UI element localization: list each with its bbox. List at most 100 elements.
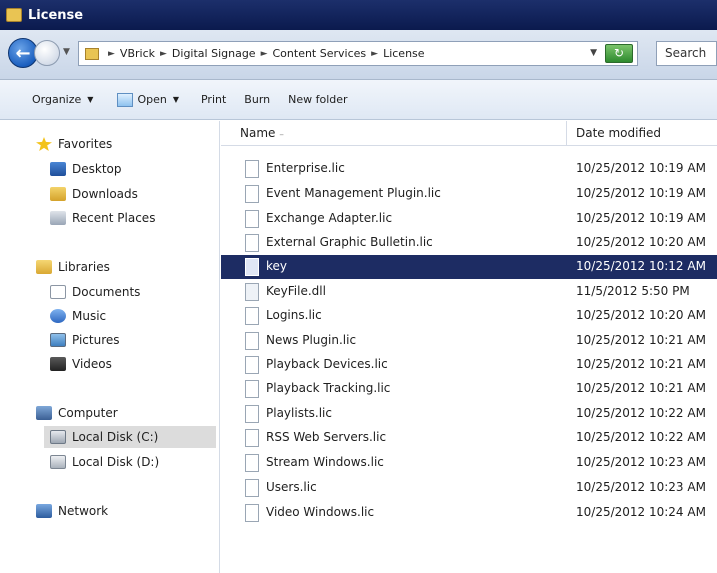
libraries-icon bbox=[36, 260, 52, 274]
chevron-right-icon[interactable]: ► bbox=[261, 49, 268, 59]
title-bar[interactable]: License bbox=[0, 0, 717, 30]
breadcrumb-item[interactable]: License bbox=[383, 47, 424, 60]
file-date: 10/25/2012 10:19 AM bbox=[576, 161, 706, 175]
file-row[interactable]: External Graphic Bulletin.lic 10/25/2012… bbox=[221, 231, 717, 255]
sort-indicator-icon: – bbox=[279, 130, 284, 140]
recent-pages-dropdown-icon[interactable]: ▼ bbox=[63, 47, 70, 57]
file-icon bbox=[245, 332, 259, 350]
file-icon bbox=[245, 479, 259, 497]
recent-places-icon bbox=[50, 211, 66, 225]
nav-videos-label: Videos bbox=[72, 357, 112, 371]
burn-label: Burn bbox=[244, 93, 271, 106]
desktop-icon bbox=[50, 162, 66, 176]
organize-label: Organize bbox=[32, 93, 82, 106]
file-row[interactable]: Stream Windows.lic 10/25/2012 10:23 AM bbox=[221, 451, 717, 475]
hard-drive-icon bbox=[50, 430, 66, 444]
file-row[interactable]: Users.lic 10/25/2012 10:23 AM bbox=[221, 476, 717, 500]
file-row[interactable]: Logins.lic 10/25/2012 10:20 AM bbox=[221, 304, 717, 328]
nav-libraries[interactable]: Libraries bbox=[36, 256, 110, 278]
address-bar[interactable]: ► VBrick ► Digital Signage ► Content Ser… bbox=[78, 41, 638, 66]
file-row[interactable]: Playback Devices.lic 10/25/2012 10:21 AM bbox=[221, 353, 717, 377]
organize-button[interactable]: Organize ▼ bbox=[32, 93, 93, 106]
address-dropdown-icon[interactable]: ▼ bbox=[590, 48, 597, 58]
file-name: Logins.lic bbox=[266, 308, 322, 322]
nav-local-disk-c[interactable]: Local Disk (C:) bbox=[44, 426, 216, 448]
chevron-right-icon[interactable]: ► bbox=[108, 49, 115, 59]
file-row-selected[interactable]: key 10/25/2012 10:12 AM bbox=[221, 255, 717, 279]
forward-button[interactable] bbox=[34, 40, 60, 66]
open-button[interactable]: Open ▼ bbox=[117, 92, 179, 107]
file-row[interactable]: News Plugin.lic 10/25/2012 10:21 AM bbox=[221, 329, 717, 353]
burn-button[interactable]: Burn bbox=[244, 93, 270, 106]
nav-music[interactable]: Music bbox=[50, 305, 106, 327]
file-icon bbox=[245, 210, 259, 228]
documents-icon bbox=[50, 285, 66, 299]
print-button[interactable]: Print bbox=[201, 93, 226, 106]
file-name: News Plugin.lic bbox=[266, 333, 357, 347]
file-row[interactable]: Event Management Plugin.lic 10/25/2012 1… bbox=[221, 182, 717, 206]
folder-icon bbox=[6, 8, 22, 22]
nav-computer[interactable]: Computer bbox=[36, 402, 118, 424]
chevron-down-icon: ▼ bbox=[172, 95, 179, 104]
nav-downloads-label: Downloads bbox=[72, 187, 138, 201]
file-row[interactable]: Playback Tracking.lic 10/25/2012 10:21 A… bbox=[221, 377, 717, 401]
command-bar: Organize ▼ Open ▼ Print Burn New folder bbox=[0, 80, 717, 120]
file-list[interactable]: Name – Date modified Enterprise.lic 10/25… bbox=[221, 121, 717, 573]
open-label: Open bbox=[137, 93, 167, 106]
file-name: RSS Web Servers.lic bbox=[266, 430, 387, 444]
chevron-right-icon[interactable]: ► bbox=[371, 49, 378, 59]
nav-downloads[interactable]: Downloads bbox=[50, 183, 138, 205]
name-column-header[interactable]: Name – bbox=[240, 126, 284, 140]
file-date: 10/25/2012 10:19 AM bbox=[576, 186, 706, 200]
date-modified-column-header[interactable]: Date modified bbox=[576, 126, 661, 140]
address-bar-area: ← ▼ ► VBrick ► Digital Signage ► Content… bbox=[0, 30, 717, 80]
name-column-label: Name bbox=[240, 126, 276, 140]
nav-network-label: Network bbox=[58, 504, 109, 518]
file-row[interactable]: Playlists.lic 10/25/2012 10:22 AM bbox=[221, 402, 717, 426]
navigation-pane[interactable]: Favorites Desktop Downloads Recent Place… bbox=[0, 121, 220, 573]
column-header-row: Name – Date modified bbox=[221, 121, 717, 146]
file-date: 10/25/2012 10:22 AM bbox=[576, 406, 706, 420]
nav-local-disk-d[interactable]: Local Disk (D:) bbox=[50, 451, 159, 473]
nav-documents[interactable]: Documents bbox=[50, 281, 140, 303]
file-row[interactable]: KeyFile.dll 11/5/2012 5:50 PM bbox=[221, 280, 717, 304]
file-name: External Graphic Bulletin.lic bbox=[266, 235, 433, 249]
open-icon bbox=[117, 92, 134, 107]
file-name: Playback Devices.lic bbox=[266, 357, 388, 371]
nav-desktop[interactable]: Desktop bbox=[50, 158, 122, 180]
hard-drive-icon bbox=[50, 455, 66, 469]
search-input[interactable]: Search bbox=[656, 41, 717, 66]
column-divider[interactable] bbox=[566, 121, 567, 146]
network-icon bbox=[36, 504, 52, 518]
downloads-icon bbox=[50, 187, 66, 201]
file-row[interactable]: RSS Web Servers.lic 10/25/2012 10:22 AM bbox=[221, 426, 717, 450]
nav-pictures[interactable]: Pictures bbox=[50, 329, 120, 351]
breadcrumb-item[interactable]: VBrick bbox=[120, 47, 155, 60]
file-name: Users.lic bbox=[266, 480, 317, 494]
file-date: 10/25/2012 10:23 AM bbox=[576, 480, 706, 494]
nav-favorites[interactable]: Favorites bbox=[36, 133, 112, 155]
file-icon bbox=[245, 258, 259, 276]
nav-videos[interactable]: Videos bbox=[50, 353, 112, 375]
file-name: Playlists.lic bbox=[266, 406, 332, 420]
nav-network[interactable]: Network bbox=[36, 500, 108, 522]
refresh-button[interactable]: ↻ bbox=[605, 44, 633, 63]
new-folder-button[interactable]: New folder bbox=[288, 93, 347, 106]
breadcrumb-item[interactable]: Content Services bbox=[273, 47, 367, 60]
nav-recent-places[interactable]: Recent Places bbox=[50, 207, 155, 229]
breadcrumb-item[interactable]: Digital Signage bbox=[172, 47, 256, 60]
chevron-right-icon[interactable]: ► bbox=[160, 49, 167, 59]
nav-favorites-label: Favorites bbox=[58, 137, 113, 151]
nav-music-label: Music bbox=[72, 309, 107, 323]
file-date: 10/25/2012 10:21 AM bbox=[576, 333, 706, 347]
nav-pictures-label: Pictures bbox=[72, 333, 120, 347]
file-row[interactable]: Video Windows.lic 10/25/2012 10:24 AM bbox=[221, 501, 717, 525]
file-icon bbox=[245, 185, 259, 203]
file-date: 10/25/2012 10:19 AM bbox=[576, 211, 706, 225]
nav-libraries-label: Libraries bbox=[58, 260, 110, 274]
date-modified-column-label: Date modified bbox=[576, 126, 662, 140]
file-icon bbox=[245, 234, 259, 252]
file-date: 10/25/2012 10:20 AM bbox=[576, 235, 706, 249]
file-row[interactable]: Enterprise.lic 10/25/2012 10:19 AM bbox=[221, 157, 717, 181]
file-row[interactable]: Exchange Adapter.lic 10/25/2012 10:19 AM bbox=[221, 207, 717, 231]
